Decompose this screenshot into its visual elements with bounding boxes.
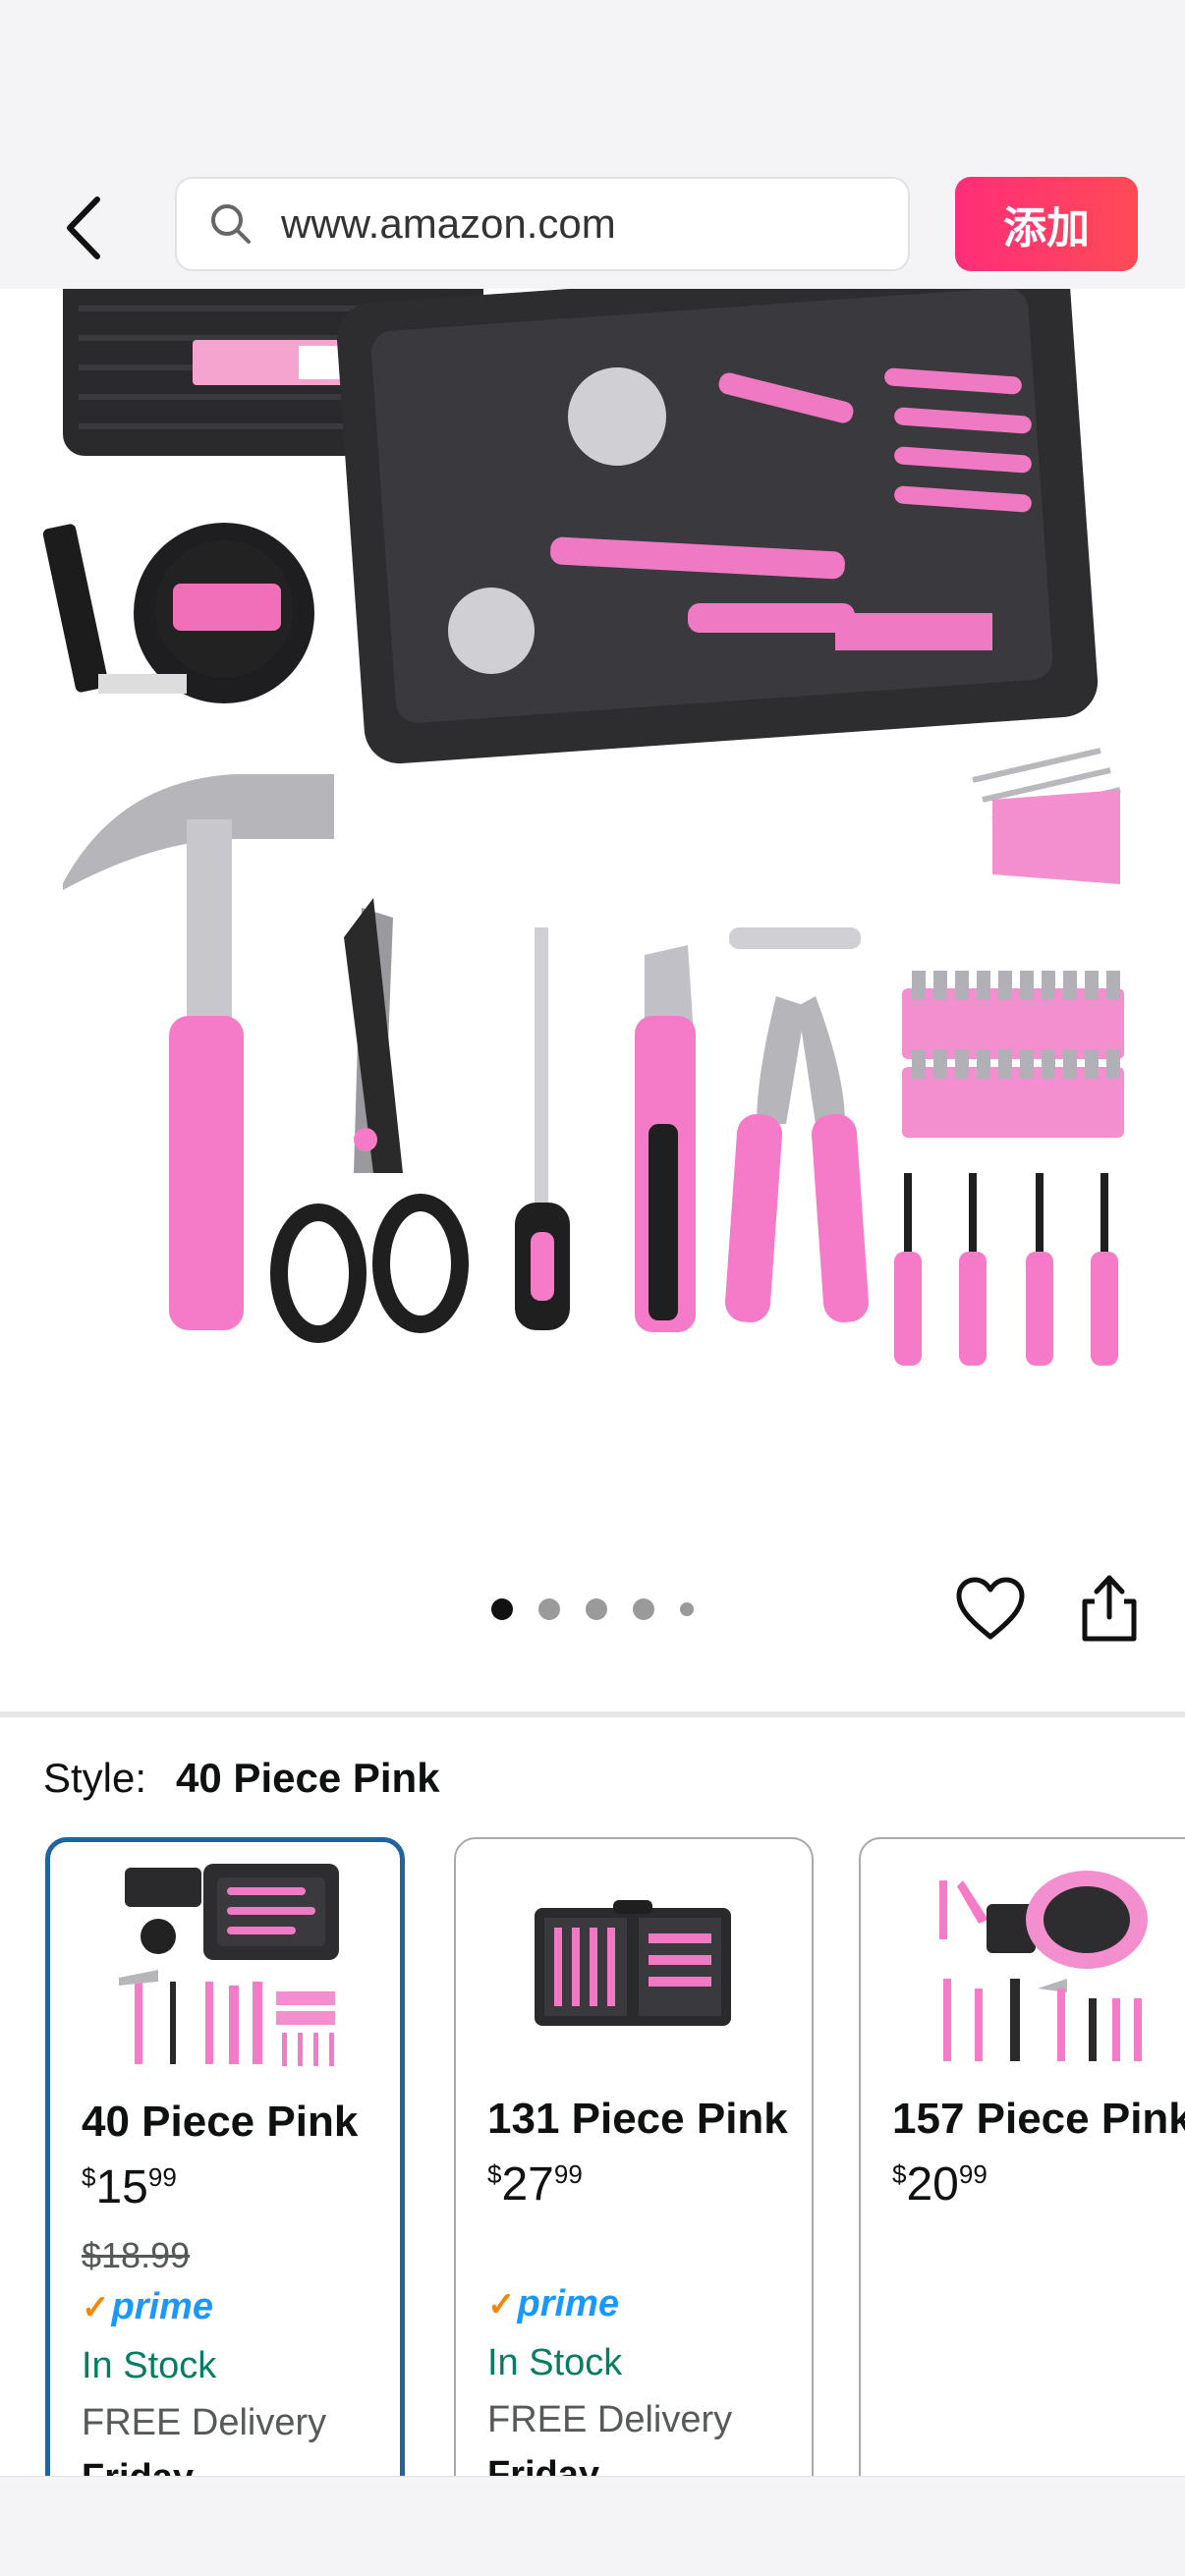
option-thumbnail [939,1871,1148,2061]
pagination-dot[interactable] [586,1598,607,1620]
option-name: 40 Piece Pink [82,2098,359,2146]
page: www.amazon.com 添加 Style: 40 Piece Pink 4… [0,0,1185,2576]
style-label: Style: [43,1755,147,1801]
style-selected-value: 40 Piece Pink [176,1755,440,1801]
style-option-131-piece[interactable]: 131 Piece Pink $ 27 99 ✓ prime In Stock … [454,1837,814,2576]
option-list-price: $18.99 [82,2235,191,2275]
style-option-157-piece[interactable]: 157 Piece Pink $ 20 99 [859,1837,1185,2576]
bottom-browser-bar [0,2476,1185,2576]
product-image[interactable] [0,289,1185,1497]
prime-badge: ✓ prime [82,2286,213,2327]
address-bar[interactable]: www.amazon.com [175,177,910,271]
back-button[interactable] [49,189,118,267]
section-divider [0,1711,1185,1717]
option-thumbnail [119,1864,339,2066]
prime-check-icon: ✓ [487,2285,516,2324]
style-selector-label: Style: 40 Piece Pink [43,1755,440,1802]
option-price: $ 15 99 [82,2161,177,2213]
favorite-button[interactable] [953,1576,1028,1643]
search-icon [206,199,255,249]
prime-badge: ✓ prime [487,2283,619,2324]
style-option-40-piece[interactable]: 40 Piece Pink $ 15 99 $18.99 ✓ prime In … [45,1837,405,2576]
option-thumbnail [535,1900,731,2026]
pagination-dot[interactable] [680,1602,694,1616]
share-button[interactable] [1075,1572,1144,1645]
add-button[interactable]: 添加 [955,177,1138,271]
browser-toolbar: www.amazon.com 添加 [0,169,1185,289]
back-icon [67,196,100,259]
pagination-dot[interactable] [491,1598,513,1620]
option-delivery: FREE Delivery [82,2402,327,2443]
share-icon [1082,1575,1137,1642]
option-price: $ 27 99 [487,2158,583,2211]
option-name: 131 Piece Pink [487,2095,788,2143]
option-name: 157 Piece Pink [892,2095,1185,2143]
pagination-dot[interactable] [538,1598,560,1620]
prime-check-icon: ✓ [82,2288,110,2326]
option-stock-status: In Stock [487,2342,623,2383]
option-delivery: FREE Delivery [487,2399,733,2440]
option-stock-status: In Stock [82,2345,217,2386]
status-bar-area [0,0,1185,169]
pagination-dot[interactable] [633,1598,654,1620]
url-text: www.amazon.com [281,200,616,247]
option-price: $ 20 99 [892,2158,988,2211]
heart-icon [956,1577,1025,1640]
